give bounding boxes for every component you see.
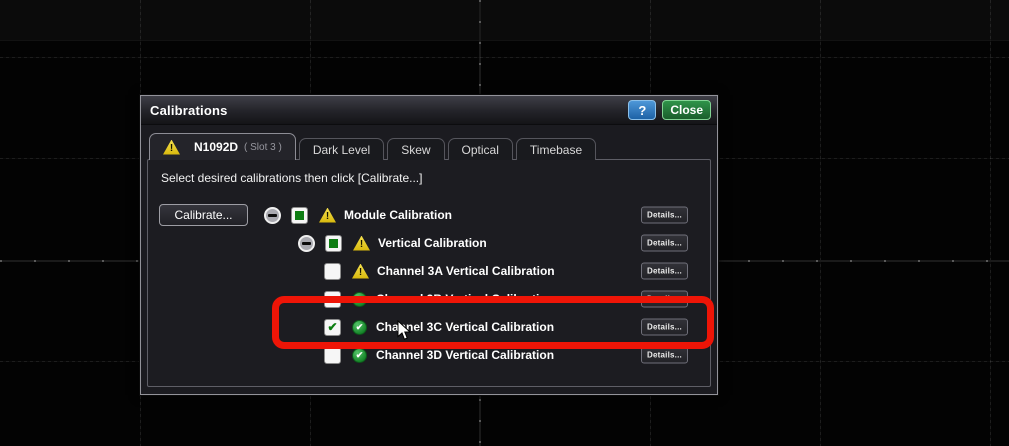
success-icon xyxy=(352,348,367,363)
graticule-top-band xyxy=(0,0,1009,41)
calibration-row: Module Calibration Details... xyxy=(148,201,710,229)
help-icon: ? xyxy=(638,103,646,118)
close-button[interactable]: Close xyxy=(662,100,711,120)
row-label: Channel 3D Vertical Calibration xyxy=(376,348,554,362)
row-label: Channel 3B Vertical Calibration xyxy=(376,292,554,306)
warning-icon xyxy=(319,208,336,223)
help-button[interactable]: ? xyxy=(628,100,656,120)
grid-line-vertical xyxy=(820,0,821,446)
warning-icon xyxy=(353,236,370,251)
success-icon xyxy=(352,320,367,335)
instruction-text: Select desired calibrations then click [… xyxy=(161,171,422,185)
calibration-tree: Module Calibration Details... Vertical C… xyxy=(148,201,710,369)
collapse-icon[interactable] xyxy=(264,207,281,224)
tab-label: Optical xyxy=(462,143,499,157)
calibration-checkbox[interactable] xyxy=(325,235,342,252)
tab-bar: N1092D ( Slot 3 ) Dark Level Skew Optica… xyxy=(149,133,599,160)
tab-slot-label: ( Slot 3 ) xyxy=(244,142,282,153)
details-button[interactable]: Details... xyxy=(641,207,688,224)
tab-optical[interactable]: Optical xyxy=(448,138,513,160)
calibration-row: Channel 3A Vertical Calibration Details.… xyxy=(148,257,710,285)
tab-content-panel: Select desired calibrations then click [… xyxy=(147,159,711,387)
tab-n1092d[interactable]: N1092D ( Slot 3 ) xyxy=(149,133,296,160)
details-button[interactable]: Details... xyxy=(641,319,688,336)
tab-label: Timebase xyxy=(530,143,582,157)
dialog-title: Calibrations xyxy=(150,103,228,118)
collapse-icon[interactable] xyxy=(298,235,315,252)
row-label: Vertical Calibration xyxy=(378,236,487,250)
calibration-row: Vertical Calibration Details... xyxy=(148,229,710,257)
tab-skew[interactable]: Skew xyxy=(387,138,444,160)
calibration-row: Channel 3C Vertical Calibration Details.… xyxy=(148,313,710,341)
tab-label: N1092D xyxy=(194,140,238,154)
tab-label: Dark Level xyxy=(313,143,370,157)
details-button[interactable]: Details... xyxy=(641,263,688,280)
grid-line-vertical xyxy=(990,0,991,446)
tab-timebase[interactable]: Timebase xyxy=(516,138,596,160)
details-button[interactable]: Details... xyxy=(641,291,688,308)
calibration-checkbox[interactable] xyxy=(324,291,341,308)
row-label: Channel 3C Vertical Calibration xyxy=(376,320,554,334)
row-label: Channel 3A Vertical Calibration xyxy=(377,264,555,278)
tab-label: Skew xyxy=(401,143,430,157)
calibrations-dialog: Calibrations ? Close N1092D ( Slot 3 ) D… xyxy=(140,95,718,395)
tab-dark-level[interactable]: Dark Level xyxy=(299,138,384,160)
row-label: Module Calibration xyxy=(344,208,452,222)
calibration-row: Channel 3D Vertical Calibration Details.… xyxy=(148,341,710,369)
grid-line-horizontal xyxy=(0,57,1009,58)
calibration-checkbox[interactable] xyxy=(324,319,341,336)
calibration-checkbox[interactable] xyxy=(324,347,341,364)
details-button[interactable]: Details... xyxy=(641,235,688,252)
calibration-checkbox[interactable] xyxy=(324,263,341,280)
warning-icon xyxy=(352,264,369,279)
tab-warning-icon xyxy=(163,140,180,155)
calibration-checkbox[interactable] xyxy=(291,207,308,224)
dialog-titlebar[interactable]: Calibrations ? Close xyxy=(141,96,717,125)
oscilloscope-screen: Calibrations ? Close N1092D ( Slot 3 ) D… xyxy=(0,0,1009,446)
calibration-row: Channel 3B Vertical Calibration Details.… xyxy=(148,285,710,313)
success-icon xyxy=(352,292,367,307)
details-button[interactable]: Details... xyxy=(641,347,688,364)
close-button-label: Close xyxy=(670,103,703,117)
